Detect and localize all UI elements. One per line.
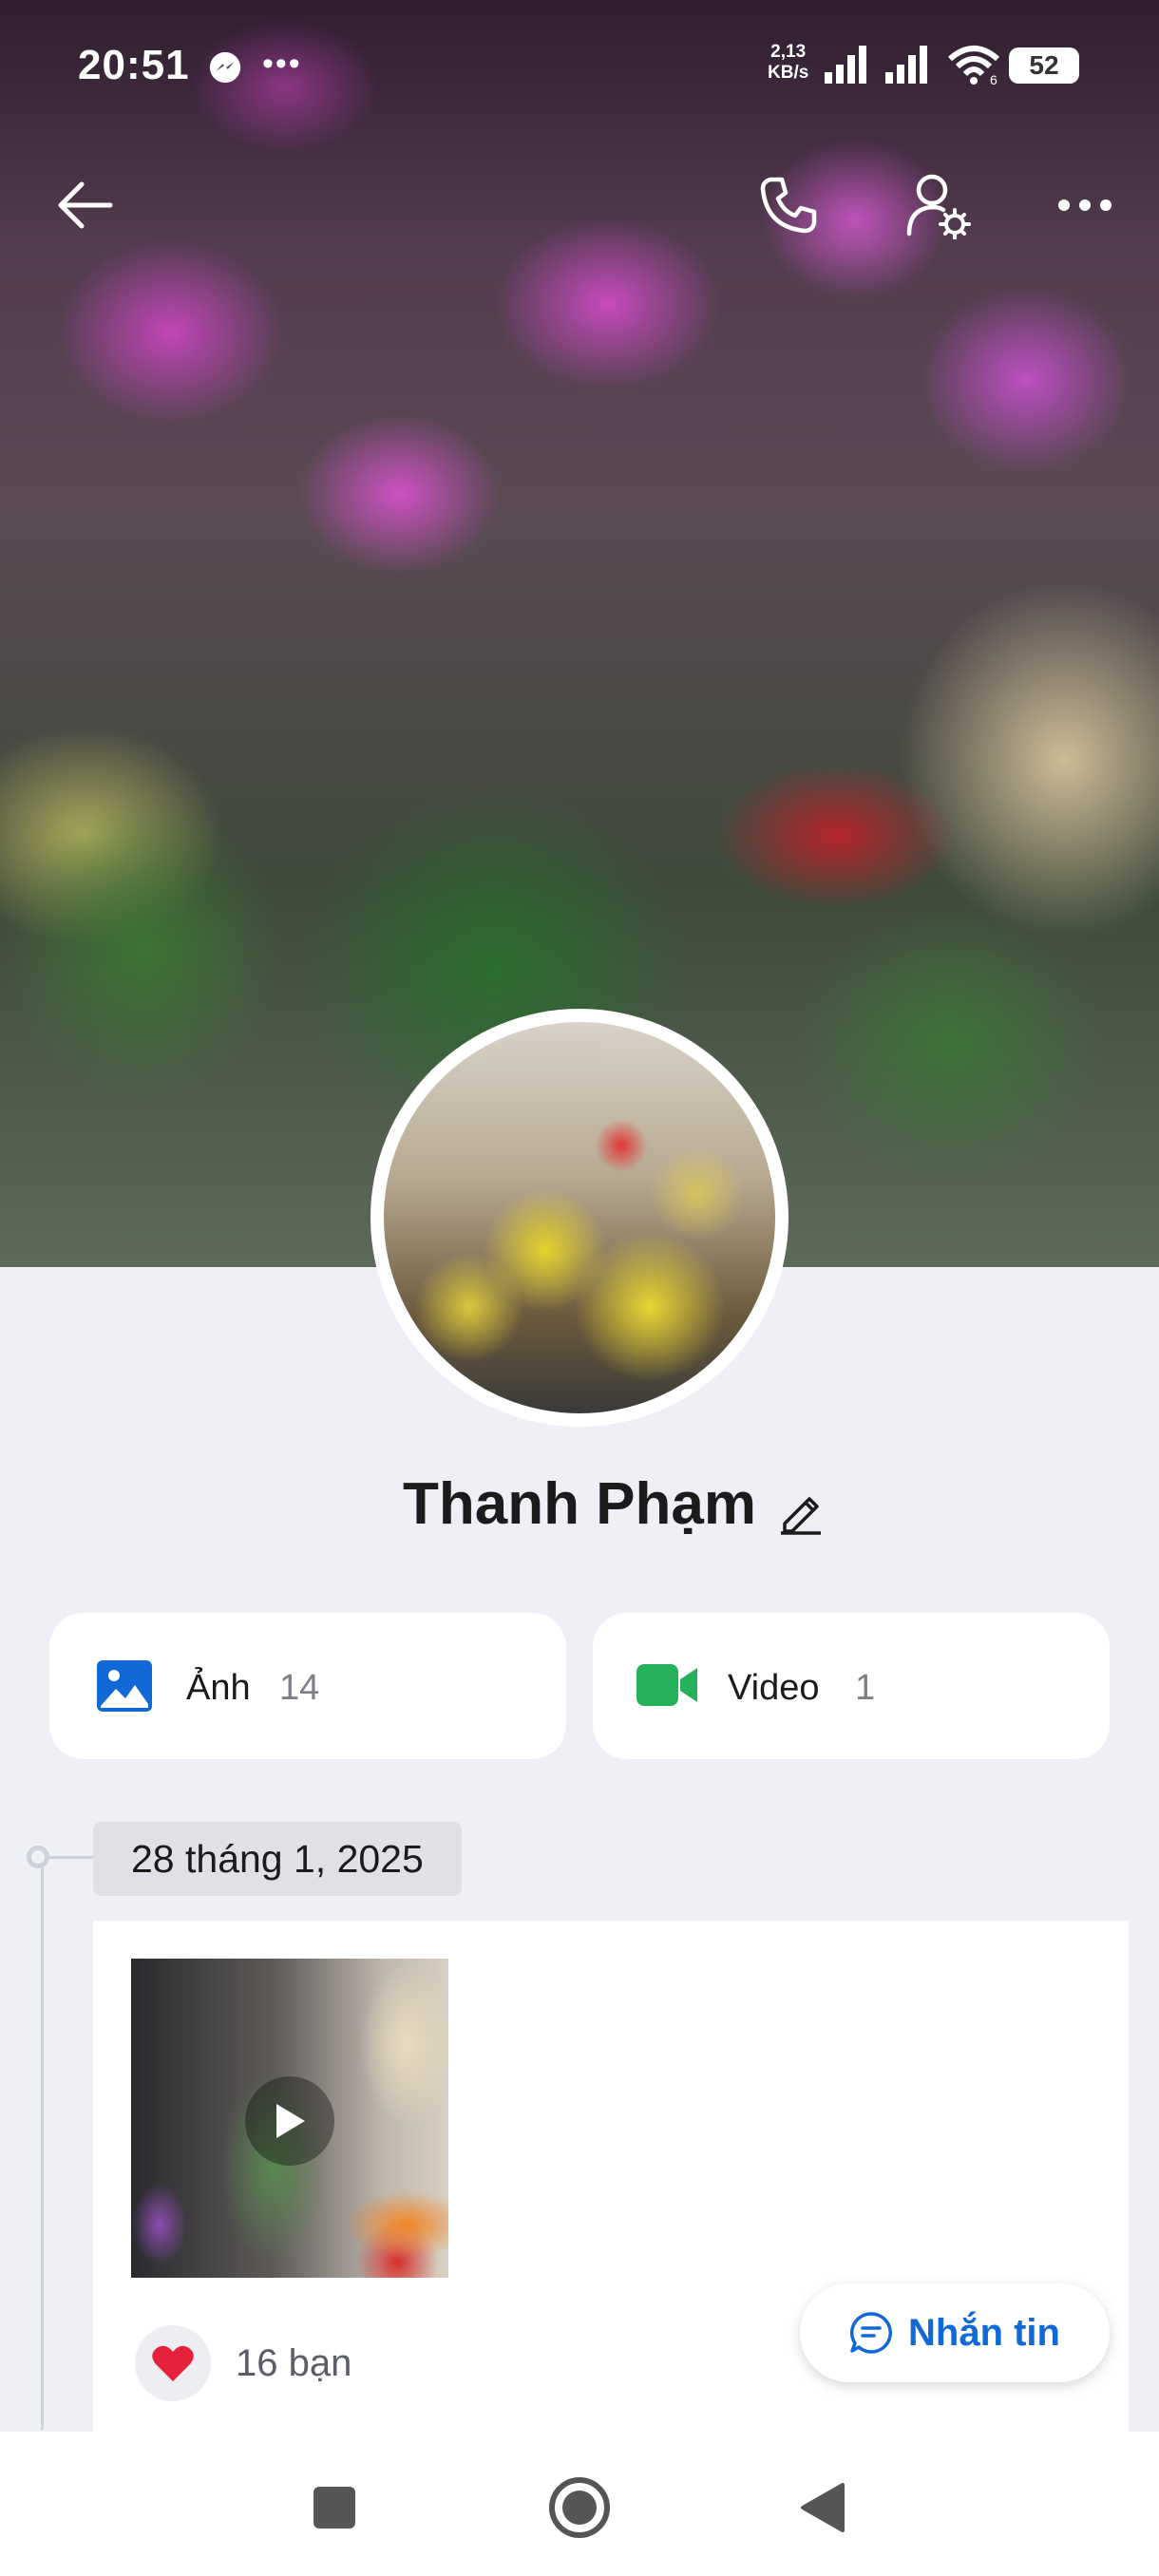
recent-apps-icon xyxy=(314,2487,355,2529)
more-notifications-icon: ••• xyxy=(262,46,302,82)
pencil-icon xyxy=(781,1497,821,1535)
battery-indicator: 52 xyxy=(1009,47,1079,84)
timeline-date: 28 tháng 1, 2025 xyxy=(93,1822,462,1896)
videos-count: 1 xyxy=(855,1668,876,1708)
timeline-dot xyxy=(27,1846,49,1868)
avatar[interactable] xyxy=(384,1022,775,1413)
phone-call-icon xyxy=(760,177,817,234)
reaction-button[interactable] xyxy=(135,2325,211,2401)
wifi-label: 6 xyxy=(990,72,998,85)
edit-name-button[interactable] xyxy=(777,1487,825,1535)
timeline-line xyxy=(41,1860,44,2430)
videos-card[interactable]: Video 1 xyxy=(593,1613,1110,1759)
heart-icon xyxy=(152,2345,194,2381)
back-arrow-icon xyxy=(58,181,113,229)
home-icon xyxy=(549,2477,610,2538)
photos-card[interactable]: Ảnh 14 xyxy=(49,1613,566,1759)
more-icon xyxy=(1058,199,1112,211)
signal-icon xyxy=(825,46,866,84)
profile-settings-button[interactable] xyxy=(901,167,977,243)
reaction-count[interactable]: 16 bạn xyxy=(236,2342,352,2385)
photo-icon xyxy=(97,1660,152,1712)
videos-label: Video xyxy=(728,1668,820,1708)
photos-label: Ảnh xyxy=(186,1668,251,1708)
video-camera-icon xyxy=(636,1664,697,1706)
status-bar: 20:51 ••• 2,13 KB/s 6 52 xyxy=(0,0,1159,133)
back-icon xyxy=(801,2483,845,2532)
net-speed-unit: KB/s xyxy=(768,63,809,83)
play-icon xyxy=(276,2104,305,2138)
profile-name: Thanh Phạm xyxy=(402,1471,757,1537)
profile-name-row: Thanh Phạm xyxy=(0,1470,1159,1538)
wifi-icon: 6 xyxy=(948,46,999,85)
message-button[interactable]: Nhắn tin xyxy=(800,2283,1110,2382)
chat-bubble-icon xyxy=(849,2312,892,2354)
home-button[interactable] xyxy=(542,2470,618,2546)
status-time: 20:51 xyxy=(78,42,190,88)
more-options-button[interactable] xyxy=(1047,167,1123,243)
photos-count: 14 xyxy=(279,1668,320,1708)
profile-settings-icon xyxy=(906,174,971,239)
play-button[interactable] xyxy=(245,2076,334,2166)
nav-back-button[interactable] xyxy=(785,2470,861,2546)
call-button[interactable] xyxy=(750,167,826,243)
net-speed: 2,13 KB/s xyxy=(768,42,808,84)
signal-icon xyxy=(885,46,927,84)
timeline-connector xyxy=(49,1856,93,1859)
messenger-icon xyxy=(209,51,241,84)
recent-apps-button[interactable] xyxy=(296,2470,372,2546)
net-speed-value: 2,13 xyxy=(770,42,807,62)
message-button-label: Nhắn tin xyxy=(908,2311,1060,2354)
system-nav-bar xyxy=(0,2432,1159,2576)
back-button[interactable] xyxy=(46,167,122,243)
